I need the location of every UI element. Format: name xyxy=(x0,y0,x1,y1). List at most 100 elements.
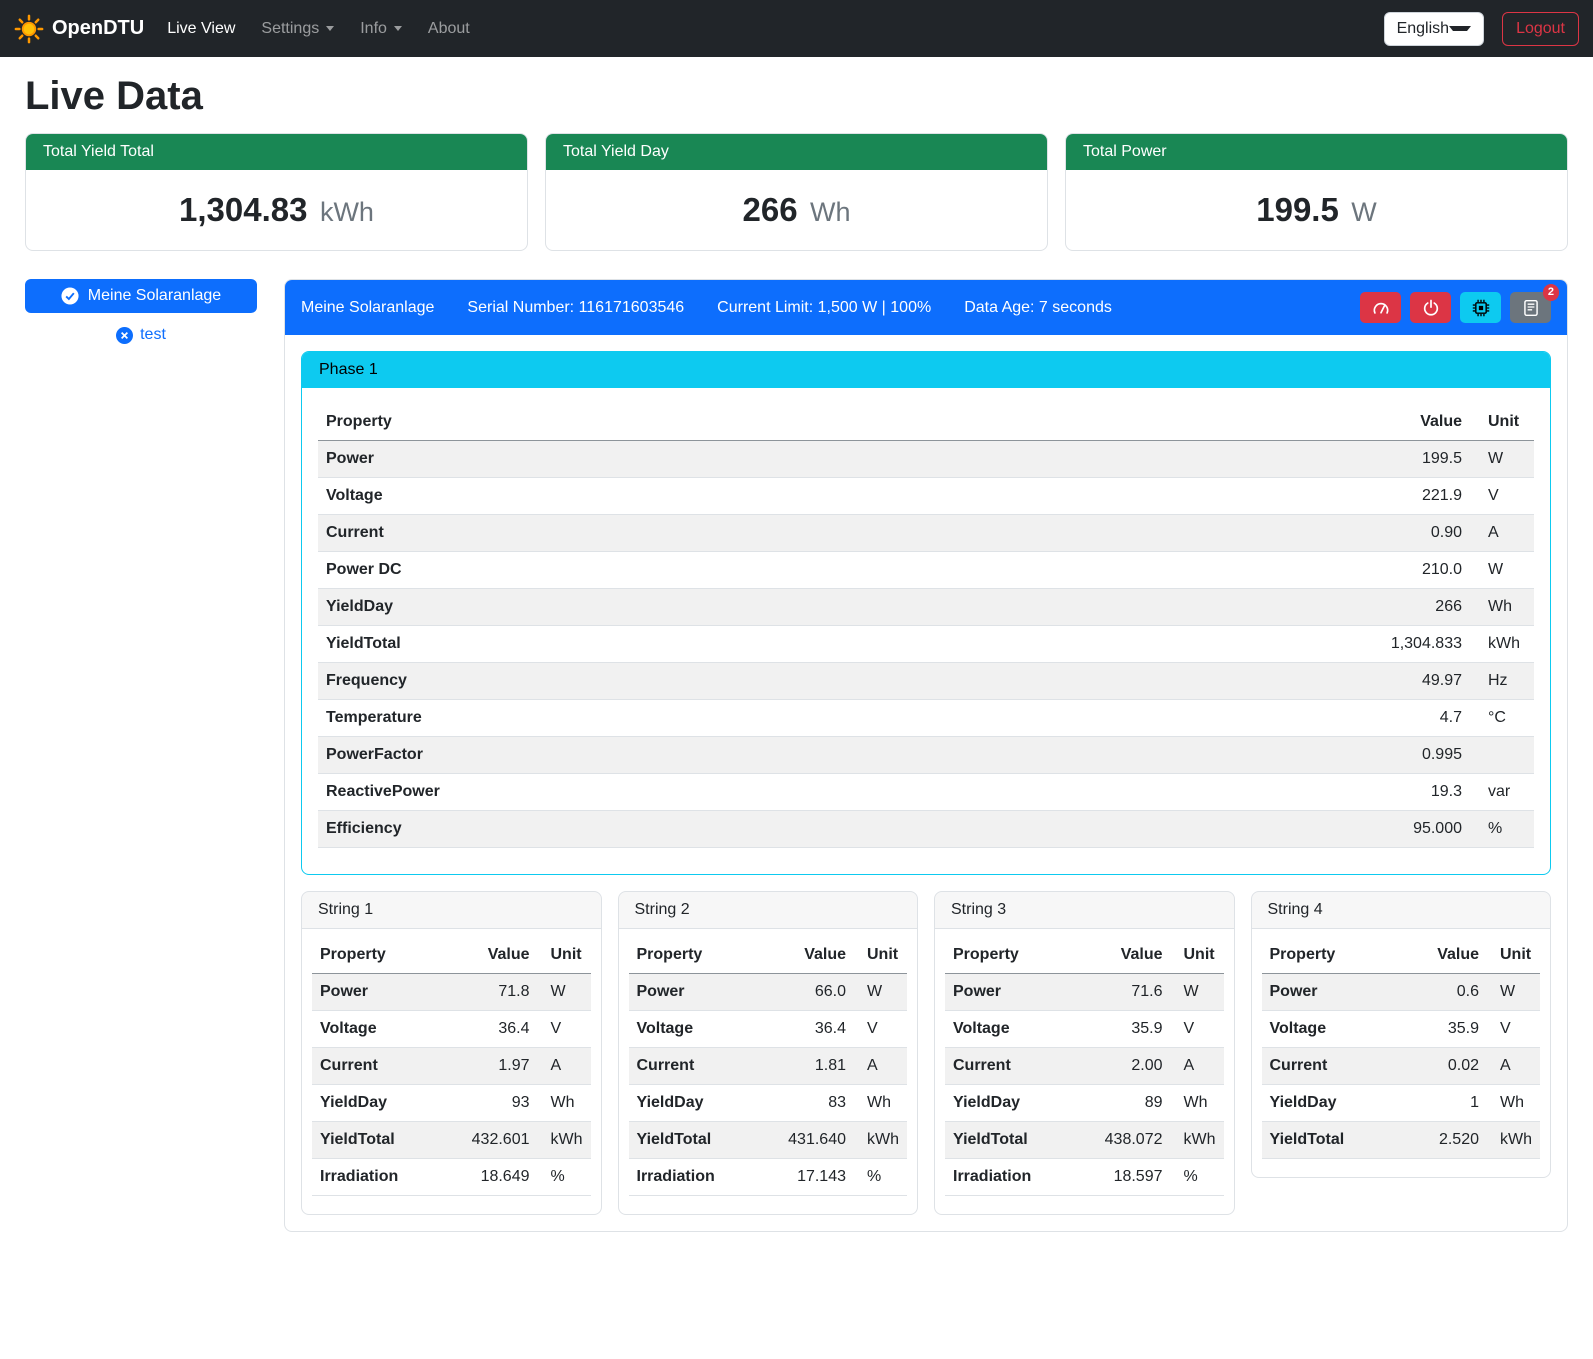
value-cell: 4.7 xyxy=(1350,700,1470,737)
table-row: Current0.90A xyxy=(318,515,1534,552)
unit-cell xyxy=(1470,737,1534,774)
property-cell: Current xyxy=(1262,1048,1412,1085)
unit-cell: V xyxy=(1171,1011,1224,1048)
unit-cell: W xyxy=(1171,974,1224,1011)
value-cell: 35.9 xyxy=(1411,1011,1487,1048)
power-settings-button[interactable] xyxy=(1410,292,1451,323)
gauge-icon xyxy=(1372,299,1390,317)
unit-cell: W xyxy=(1487,974,1540,1011)
property-cell: Current xyxy=(318,515,1350,552)
table-row: YieldTotal2.520kWh xyxy=(1262,1122,1541,1159)
journal-icon xyxy=(1522,299,1540,317)
event-count-badge: 2 xyxy=(1543,284,1559,301)
table-row: Power71.6W xyxy=(945,974,1224,1011)
col-value: Value xyxy=(1411,937,1487,974)
property-cell: YieldDay xyxy=(318,589,1350,626)
col-property: Property xyxy=(312,937,462,974)
unit-cell: A xyxy=(538,1048,591,1085)
power-icon xyxy=(1422,299,1440,317)
value-cell: 83 xyxy=(778,1085,854,1122)
unit-cell: kWh xyxy=(1171,1122,1224,1159)
brand[interactable]: OpenDTU xyxy=(14,14,144,44)
value-cell: 432.601 xyxy=(462,1122,538,1159)
col-unit: Unit xyxy=(1470,404,1534,441)
event-log-button[interactable]: 2 xyxy=(1510,292,1551,323)
navbar: OpenDTU Live View Settings Info About En… xyxy=(0,0,1593,57)
col-property: Property xyxy=(318,404,1350,441)
nav-item-live-view[interactable]: Live View xyxy=(154,12,248,46)
device-info-button[interactable] xyxy=(1460,292,1501,323)
col-unit: Unit xyxy=(1171,937,1224,974)
property-cell: Irradiation xyxy=(945,1159,1095,1196)
unit-cell: A xyxy=(854,1048,907,1085)
col-unit: Unit xyxy=(854,937,907,974)
unit-cell: Wh xyxy=(1171,1085,1224,1122)
table-row: ReactivePower19.3var xyxy=(318,774,1534,811)
unit-cell: °C xyxy=(1470,700,1534,737)
unit-cell: W xyxy=(1470,552,1534,589)
card-total-yield-day: Total Yield Day 266 Wh xyxy=(545,133,1048,251)
value-cell: 17.143 xyxy=(778,1159,854,1196)
property-cell: YieldDay xyxy=(312,1085,462,1122)
value-cell: 431.640 xyxy=(778,1122,854,1159)
summary-cards-row: Total Yield Total 1,304.83 kWh Total Yie… xyxy=(25,133,1568,251)
col-value: Value xyxy=(778,937,854,974)
inverter-select-button[interactable]: Meine Solaranlage xyxy=(25,279,257,313)
card-value: 266 xyxy=(742,191,797,228)
nav-item-about[interactable]: About xyxy=(415,12,483,46)
inverter-limit: Current Limit: 1,500 W | 100% xyxy=(717,299,931,317)
property-cell: Voltage xyxy=(312,1011,462,1048)
table-row: YieldDay266Wh xyxy=(318,589,1534,626)
value-cell: 71.8 xyxy=(462,974,538,1011)
string-2-card: String 2 Property Value Unit xyxy=(618,891,919,1215)
value-cell: 66.0 xyxy=(778,974,854,1011)
table-row: Voltage221.9V xyxy=(318,478,1534,515)
string-table: Property Value Unit Power71.6W Voltage35… xyxy=(945,937,1224,1196)
logout-button[interactable]: Logout xyxy=(1502,12,1579,46)
inverter-item-test[interactable]: test xyxy=(25,326,257,344)
property-cell: Current xyxy=(629,1048,779,1085)
property-cell: Voltage xyxy=(629,1011,779,1048)
table-row: Power DC210.0W xyxy=(318,552,1534,589)
table-header-row: Property Value Unit xyxy=(629,937,908,974)
card-unit: W xyxy=(1351,197,1376,227)
unit-cell: A xyxy=(1470,515,1534,552)
property-cell: YieldDay xyxy=(1262,1085,1412,1122)
cpu-chip-icon xyxy=(1472,299,1490,317)
nav-item-label: Info xyxy=(360,20,387,38)
nav-item-settings[interactable]: Settings xyxy=(248,12,347,46)
value-cell: 18.597 xyxy=(1095,1159,1171,1196)
value-cell: 0.995 xyxy=(1350,737,1470,774)
value-cell: 71.6 xyxy=(1095,974,1171,1011)
chevron-down-icon xyxy=(1449,26,1471,31)
unit-cell: kWh xyxy=(1470,626,1534,663)
inverter-selector: Meine Solaranlage test xyxy=(25,279,257,344)
col-property: Property xyxy=(945,937,1095,974)
property-cell: Power xyxy=(945,974,1095,1011)
col-property: Property xyxy=(1262,937,1412,974)
value-cell: 0.90 xyxy=(1350,515,1470,552)
table-row: YieldTotal438.072kWh xyxy=(945,1122,1224,1159)
table-header-row: Property Value Unit xyxy=(945,937,1224,974)
table-row: YieldTotal1,304.833kWh xyxy=(318,626,1534,663)
string-3-card: String 3 Property Value Unit xyxy=(934,891,1235,1215)
property-cell: Frequency xyxy=(318,663,1350,700)
col-value: Value xyxy=(1350,404,1470,441)
language-select[interactable]: English xyxy=(1384,12,1484,46)
value-cell: 210.0 xyxy=(1350,552,1470,589)
unit-cell: % xyxy=(1171,1159,1224,1196)
inverter-data-age: Data Age: 7 seconds xyxy=(964,299,1112,317)
card-title: Total Yield Total xyxy=(26,134,527,170)
value-cell: 1 xyxy=(1411,1085,1487,1122)
value-cell: 199.5 xyxy=(1350,441,1470,478)
table-row: Voltage36.4V xyxy=(629,1011,908,1048)
limit-settings-button[interactable] xyxy=(1360,292,1401,323)
value-cell: 36.4 xyxy=(462,1011,538,1048)
string-title: String 1 xyxy=(302,892,601,929)
value-cell: 93 xyxy=(462,1085,538,1122)
table-row: Voltage35.9V xyxy=(945,1011,1224,1048)
nav-item-info[interactable]: Info xyxy=(347,12,415,46)
language-select-value: English xyxy=(1397,20,1449,38)
table-row: Current2.00A xyxy=(945,1048,1224,1085)
value-cell: 2.520 xyxy=(1411,1122,1487,1159)
